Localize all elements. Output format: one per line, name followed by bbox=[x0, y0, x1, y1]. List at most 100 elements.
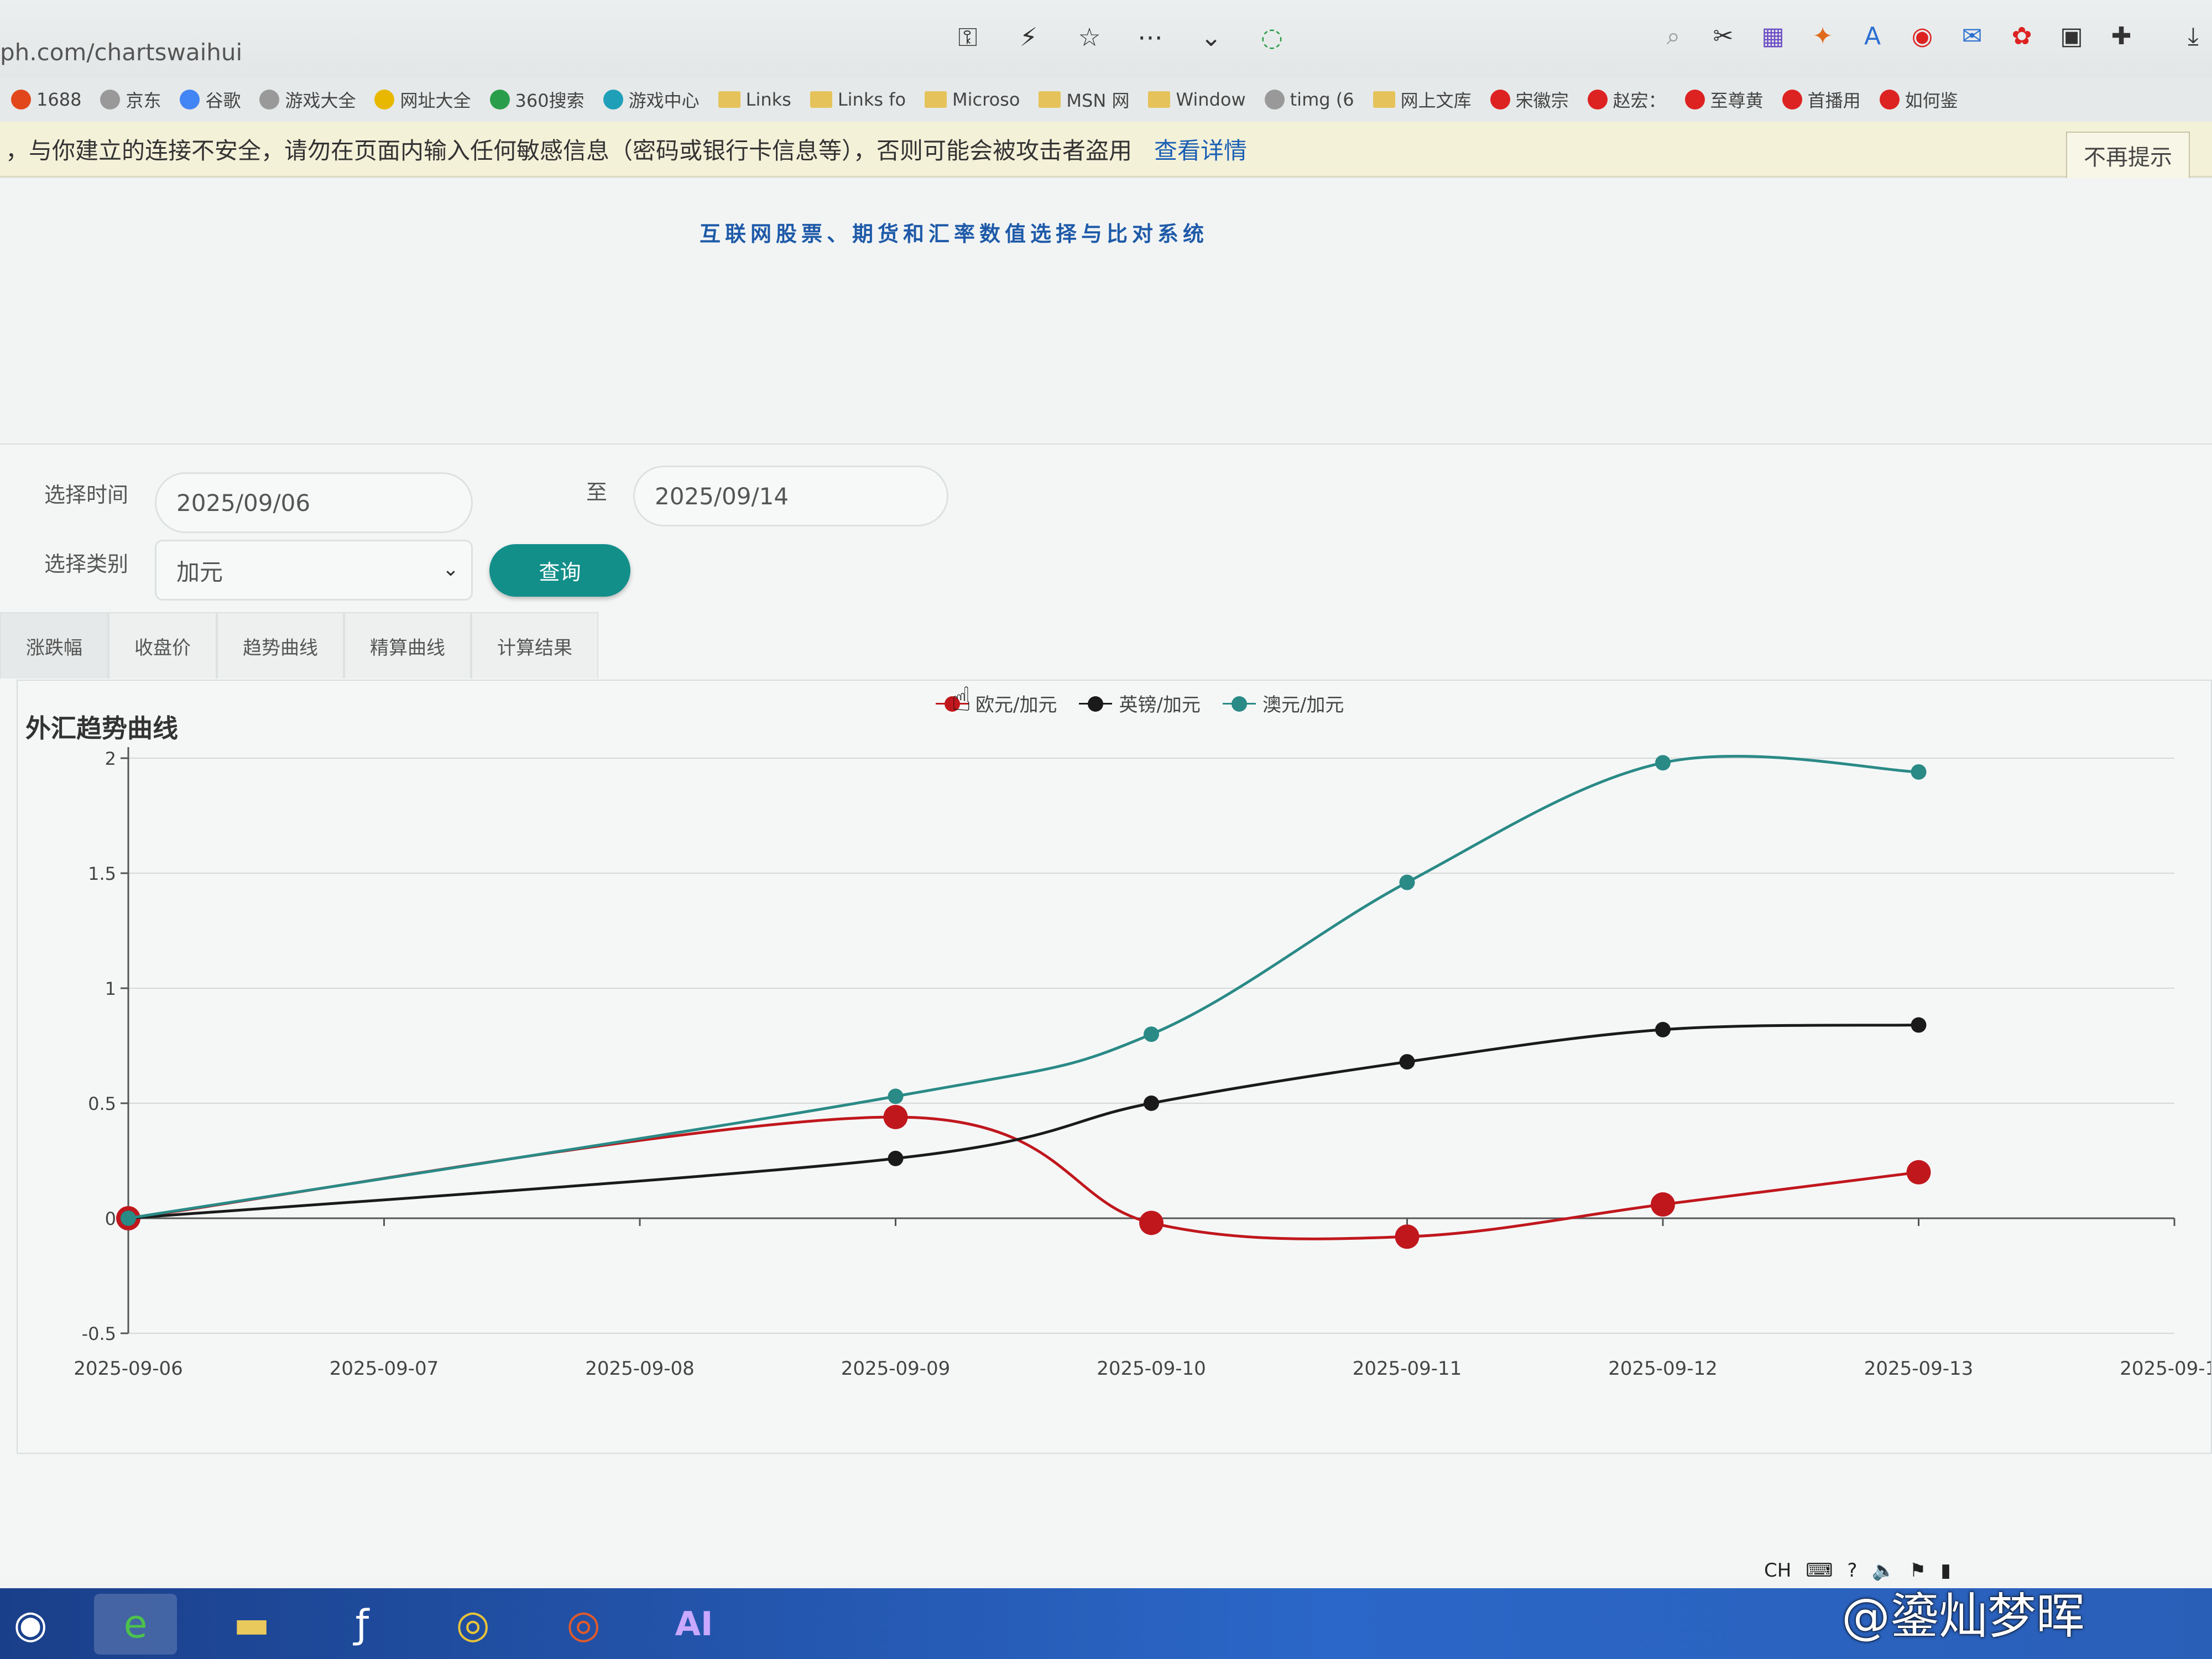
data-point-1 bbox=[1911, 1017, 1927, 1033]
tab-actuarial-curve[interactable]: 精算曲线 bbox=[344, 612, 471, 679]
legend-swatch bbox=[1222, 695, 1256, 712]
data-point-0 bbox=[1139, 1211, 1164, 1235]
page-content: 互联网股票、期货和汇率数值选择与比对系统 选择时间 2025/09/06 至 2… bbox=[0, 178, 2212, 1588]
series-line-1 bbox=[128, 1024, 1919, 1220]
lightning-icon[interactable]: ⚡ bbox=[1012, 22, 1045, 53]
chart-legend: 欧元/加元 英镑/加元 澳元/加元 bbox=[936, 690, 1344, 717]
data-point-1 bbox=[888, 1150, 904, 1166]
legend-label: 英镑/加元 bbox=[1119, 694, 1201, 716]
keyboard-icon[interactable]: ⌨ bbox=[1806, 1559, 1833, 1582]
data-point-2 bbox=[888, 1088, 904, 1104]
key-icon[interactable]: ⚿ bbox=[951, 22, 984, 53]
bookmark-folder[interactable]: MSN 网 bbox=[1039, 87, 1129, 112]
huawei-icon[interactable]: ✿ bbox=[2007, 22, 2036, 50]
dismiss-warning-button[interactable]: 不再提示 bbox=[2066, 132, 2190, 179]
bookmark-item[interactable]: 如何鉴 bbox=[1879, 87, 1958, 112]
date-from-input[interactable]: 2025/09/06 bbox=[155, 472, 473, 533]
x-tick-label: 2025-09-10 bbox=[1097, 1358, 1206, 1380]
file-explorer-icon[interactable]: ▬ bbox=[210, 1594, 293, 1655]
search-icon[interactable]: ⌕ bbox=[1659, 22, 1688, 50]
tab-calc-result[interactable]: 计算结果 bbox=[471, 612, 598, 679]
browser-toolbar: ph.com/chartswaihui ⚿ ⚡ ☆ ⋯ ⌄ ◌ ⌕ ✂ ▦ ✦ … bbox=[0, 0, 2212, 83]
bookmark-item[interactable]: 网址大全 bbox=[374, 87, 471, 112]
query-button[interactable]: 查询 bbox=[489, 544, 630, 597]
translate-icon[interactable]: A bbox=[1858, 22, 1887, 50]
bookmark-item[interactable]: 游戏大全 bbox=[259, 87, 356, 112]
chrome-alt-icon[interactable]: ◎ bbox=[542, 1594, 625, 1655]
bookmark-item[interactable]: 360搜索 bbox=[489, 87, 585, 112]
page-title: 互联网股票、期货和汇率数值选择与比对系统 bbox=[700, 222, 1209, 246]
x-tick-label: 2025-09-12 bbox=[1608, 1358, 1718, 1380]
tab-trend-curve[interactable]: 趋势曲线 bbox=[217, 612, 344, 679]
bookmark-folder[interactable]: Microso bbox=[925, 89, 1020, 110]
y-tick-label: 1 bbox=[105, 978, 116, 999]
start-orb-icon[interactable]: ◉ bbox=[0, 1594, 61, 1655]
category-select-value: 加元 bbox=[176, 558, 223, 586]
chevron-down-icon: ⌄ bbox=[442, 558, 459, 581]
puzzle-icon[interactable]: ✚ bbox=[2107, 22, 2136, 50]
data-point-0 bbox=[883, 1104, 908, 1129]
y-tick-label: 0.5 bbox=[88, 1093, 116, 1114]
legend-item-gbp-cad[interactable]: 英镑/加元 bbox=[1079, 690, 1201, 717]
chrome-icon[interactable]: ◎ bbox=[431, 1594, 514, 1655]
query-panel: 选择时间 2025/09/06 至 2025/09/14 选择类别 加元 ⌄ 查… bbox=[0, 444, 2212, 1577]
star-icon[interactable]: ☆ bbox=[1073, 22, 1106, 53]
grid-icon[interactable]: ▦ bbox=[1759, 22, 1787, 50]
bookmark-item[interactable]: timg (6 bbox=[1264, 89, 1354, 110]
ie-browser-icon[interactable]: e bbox=[94, 1594, 177, 1655]
bookmark-item[interactable]: 1688 bbox=[11, 89, 81, 110]
chart-container: -0.5 0 0.5 1 1.5 2 2025-09-06 2025-09-07 2025-09… bbox=[17, 680, 2212, 1454]
category-label: 选择类别 bbox=[44, 552, 129, 576]
x-tick-label: 2025-09-07 bbox=[330, 1358, 439, 1380]
data-point-0 bbox=[1395, 1224, 1420, 1249]
bookmark-folder[interactable]: Window bbox=[1148, 89, 1246, 110]
bookmark-folder[interactable]: 网上文库 bbox=[1373, 87, 1472, 112]
ai-app-icon[interactable]: AI bbox=[653, 1594, 735, 1655]
address-bar-url[interactable]: ph.com/chartswaihui bbox=[0, 39, 242, 66]
game-icon[interactable]: ✦ bbox=[1808, 22, 1837, 50]
search-engine-icon[interactable]: ◌ bbox=[1255, 22, 1288, 53]
bookmark-item[interactable]: 首播用 bbox=[1782, 87, 1861, 112]
data-point-0 bbox=[1906, 1160, 1931, 1185]
bookmark-item[interactable]: 谷歌 bbox=[180, 87, 241, 112]
bookmarks-bar: 1688 京东 谷歌 游戏大全 网址大全 360搜索 游戏中心 Links Li… bbox=[0, 77, 2212, 122]
window-icon[interactable]: ▣ bbox=[2057, 22, 2086, 50]
input-language[interactable]: CH bbox=[1764, 1559, 1791, 1582]
mail-icon[interactable]: ✉ bbox=[1958, 22, 1986, 50]
x-tick-label: 2025-09-08 bbox=[585, 1358, 695, 1380]
y-tick-label: 1.5 bbox=[88, 863, 116, 884]
download-icon[interactable]: ⤓ bbox=[2179, 22, 2208, 50]
chevron-down-icon[interactable]: ⌄ bbox=[1194, 22, 1228, 53]
data-point-2 bbox=[1399, 874, 1415, 890]
time-label: 选择时间 bbox=[44, 483, 129, 507]
scissors-icon[interactable]: ✂ bbox=[1709, 22, 1738, 50]
bookmark-item[interactable]: 宋徽宗 bbox=[1490, 87, 1569, 112]
bookmark-item[interactable]: 游戏中心 bbox=[603, 87, 700, 112]
more-icon[interactable]: ⋯ bbox=[1134, 22, 1167, 53]
category-select[interactable]: 加元 ⌄ bbox=[155, 540, 473, 601]
bookmark-folder[interactable]: Links fo bbox=[810, 89, 906, 110]
data-point-1 bbox=[1655, 1021, 1671, 1037]
flash-icon[interactable]: ƒ bbox=[321, 1594, 404, 1655]
bookmark-item[interactable]: 京东 bbox=[100, 87, 161, 112]
hand-cursor-icon: ☝ bbox=[951, 680, 972, 719]
tab-change-rate[interactable]: 涨跌幅 bbox=[0, 612, 108, 679]
legend-item-aud-cad[interactable]: 澳元/加元 bbox=[1222, 690, 1344, 717]
view-details-link[interactable]: 查看详情 bbox=[1154, 132, 1247, 166]
bookmark-item[interactable]: 赵宏： bbox=[1587, 87, 1666, 112]
y-tick-label: 0 bbox=[105, 1208, 116, 1229]
y-tick-label: -0.5 bbox=[82, 1323, 116, 1344]
date-to-value: 2025/09/14 bbox=[655, 482, 789, 510]
trend-chart-svg: -0.5 0 0.5 1 1.5 2 2025-09-06 2025-09-07 2025-09… bbox=[74, 747, 2211, 1380]
chart-title: 外汇趋势曲线 bbox=[25, 713, 178, 743]
tab-close-price[interactable]: 收盘价 bbox=[108, 612, 217, 679]
data-point-2 bbox=[1911, 764, 1927, 780]
bookmark-folder[interactable]: Links bbox=[718, 89, 791, 110]
date-to-input[interactable]: 2025/09/14 bbox=[633, 466, 948, 526]
result-tabs: 涨跌幅 收盘价 趋势曲线 精算曲线 计算结果 bbox=[0, 612, 598, 679]
x-tick-label: 2025-09-14 bbox=[2120, 1358, 2211, 1380]
weibo-icon[interactable]: ◉ bbox=[1908, 22, 1937, 50]
x-tick-label: 2025-09-06 bbox=[74, 1358, 183, 1380]
x-tick-label: 2025-09-13 bbox=[1864, 1358, 1974, 1380]
bookmark-item[interactable]: 至尊黄 bbox=[1684, 87, 1764, 112]
